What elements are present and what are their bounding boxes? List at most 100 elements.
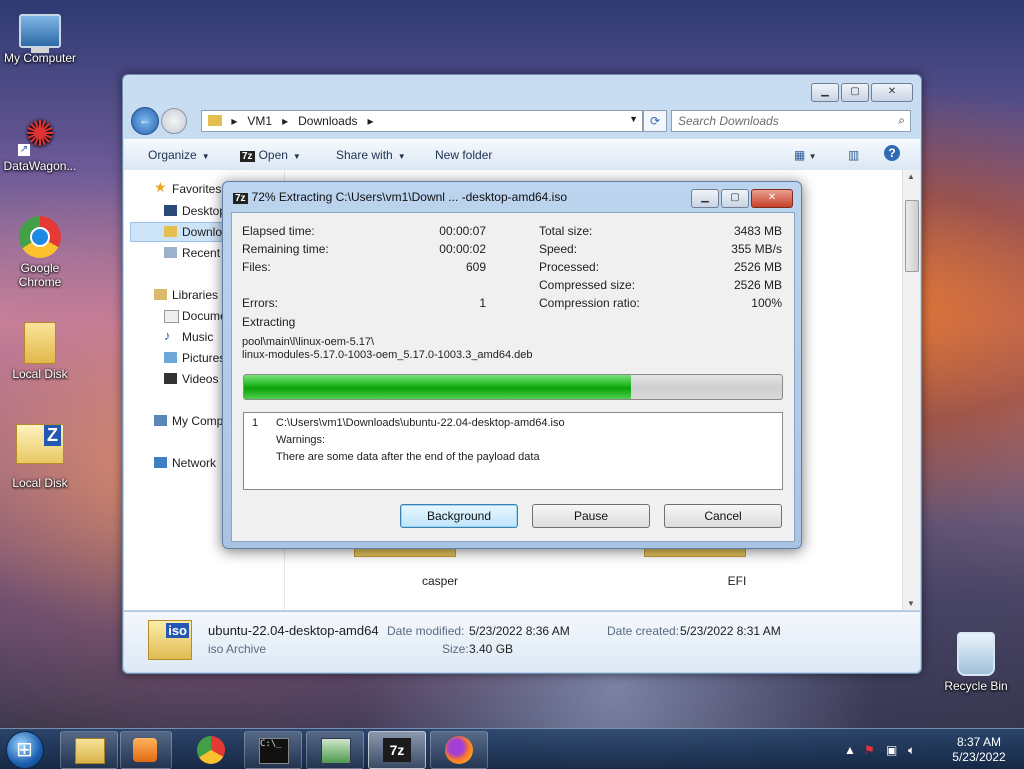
desktop-icon-local-disk-1[interactable]: Local Disk [0,322,80,381]
show-hidden-icons-icon[interactable]: ▲ [844,743,856,757]
new-folder-button[interactable]: New folder [435,148,492,162]
chevron-down-icon: ▼ [201,152,210,161]
errors-value: 1 [479,296,486,310]
nav-item-videos[interactable]: Videos [164,372,218,386]
taskbar-explorer[interactable] [60,731,118,769]
breadcrumb-item-downloads[interactable]: Downloads [298,114,357,128]
search-input[interactable]: Search Downloads ⌕ [671,110,911,132]
desktop-icon-recycle-bin[interactable]: Recycle Bin [936,632,1016,693]
close-button[interactable]: ✕ [751,189,793,208]
firefox-icon [445,736,473,764]
total-size-label: Total size: [539,224,593,238]
taskbar-cmd[interactable]: C:\_ [244,731,302,769]
7zip-icon: 7z [233,193,248,204]
size-label: Size: [442,642,469,656]
remaining-time-value: 00:00:02 [439,242,486,256]
computer-icon [19,14,61,53]
system-tray: ▲ ⚑ ▣ 🔈︎ 8:37 AM 5/23/2022 [844,733,1014,765]
pause-button[interactable]: Pause [532,504,650,528]
dialog-title-text: 72% Extracting C:\Users\vm1\Downl ... -d… [251,190,568,204]
maximize-button[interactable]: ▢ [721,189,749,208]
breadcrumb-separator-icon[interactable]: ▸ [368,114,374,128]
forward-arrow-icon[interactable] [161,108,187,134]
folder-label-efi: EFI [727,574,747,588]
maximize-button[interactable]: ▢ [841,83,869,102]
minimize-button[interactable]: ▁ [811,83,839,102]
chevron-down-icon[interactable]: ▼ [629,114,638,124]
videos-icon [164,373,177,384]
folder-icon [24,322,56,364]
change-view-icon[interactable]: ▦ ▼ [794,148,817,162]
nav-item-favorites[interactable]: ★ Favorites [154,179,221,196]
size-value: 3.40 GB [469,642,514,656]
nav-item-desktop[interactable]: Desktop [164,204,227,218]
start-button[interactable] [6,731,44,769]
taskbar: C:\_ 7z ▲ ⚑ ▣ 🔈︎ 8:37 AM 5/23/2022 [0,728,1024,769]
compression-ratio-label: Compression ratio: [539,296,640,310]
scroll-down-icon[interactable]: ▼ [907,599,915,608]
compressed-size-label: Compressed size: [539,278,636,292]
iso-icon-text: iso [166,623,189,638]
refresh-icon[interactable]: ⟳ [643,110,667,132]
message-log[interactable]: 1 C:\Users\vm1\Downloads\ubuntu-22.04-de… [243,412,783,490]
libraries-icon [154,289,167,300]
share-with-button[interactable]: Share with ▼ [336,148,406,162]
background-button[interactable]: Background [400,504,518,528]
breadcrumb-separator-icon[interactable]: ▸ [231,114,237,128]
taskbar-media-player[interactable] [120,731,172,769]
taskbar-chrome[interactable] [182,731,240,769]
minimize-button[interactable]: ▁ [691,189,719,208]
nav-item-network[interactable]: Network [154,456,217,470]
volume-icon[interactable]: 🔈︎ [908,743,915,758]
desktop-icon-google-chrome[interactable]: Google Chrome [0,216,80,289]
nav-item-libraries[interactable]: Libraries [154,288,219,302]
nav-item-music[interactable]: ♪ Music [164,328,213,344]
chrome-icon [19,216,61,258]
vertical-scrollbar[interactable]: ▲ ▼ [902,170,920,610]
extract-progress-dialog[interactable]: 7z 72% Extracting C:\Users\vm1\Downl ... … [222,181,802,549]
taskbar-7zip[interactable]: 7z [368,731,426,769]
nav-label: Pictures [182,351,226,365]
nav-label: Desktop [182,204,227,218]
log-index: 1 [252,417,259,429]
nav-item-pictures[interactable]: Pictures [164,351,226,365]
cancel-button[interactable]: Cancel [664,504,782,528]
log-message: There are some data after the end of the… [276,451,540,463]
desktop-icon-label: Local Disk [12,476,68,490]
navigation-bar: ← ▸ VM1 ▸ Downloads ▸ ▼ ⟳ Search Downloa… [131,107,913,135]
scroll-up-icon[interactable]: ▲ [907,172,915,181]
nav-label: Libraries [172,288,219,302]
breadcrumb-separator-icon[interactable]: ▸ [282,114,288,128]
iso-file-icon: iso [148,620,192,660]
nav-label: Network [172,456,217,470]
back-arrow-icon[interactable]: ← [131,107,159,135]
desktop-icon-label: My Computer [3,51,77,65]
progress-bar [243,374,783,400]
taskbar-network-manager[interactable] [306,731,364,769]
progress-fill [244,375,632,399]
address-bar[interactable]: ▸ VM1 ▸ Downloads ▸ ▼ [201,110,643,132]
desktop-icon-local-disk-2[interactable]: Z Local Disk [0,424,80,490]
compressed-size-value: 2526 MB [733,278,782,292]
7zip-icon: 7z [383,738,411,762]
desktop-icon-my-computer[interactable]: My Computer [0,8,80,65]
network-tray-icon[interactable]: ▣ [886,743,897,757]
search-icon[interactable]: ⌕ [898,113,905,128]
action-center-icon[interactable]: ⚑ [864,743,875,757]
log-path: C:\Users\vm1\Downloads\ubuntu-22.04-desk… [276,417,565,429]
7zip-icon: 7z [240,151,255,162]
speed-label: Speed: [539,242,578,256]
desktop-icon-datawagon[interactable]: ✺ ↗ DataWagon... [0,112,80,173]
desktop-icon-label: Recycle Bin [944,679,1008,693]
clock[interactable]: 8:37 AM 5/23/2022 [944,735,1014,765]
scrollbar-thumb[interactable] [905,200,919,272]
help-icon[interactable]: ? [884,145,900,161]
computer-icon [154,415,167,426]
taskbar-firefox[interactable] [430,731,488,769]
organize-button[interactable]: Organize ▼ [148,148,210,162]
preview-pane-icon[interactable]: ▥ [848,148,859,162]
close-button[interactable]: ✕ [871,83,913,102]
open-button[interactable]: 7z Open ▼ [240,148,301,162]
breadcrumb-item-vm1[interactable]: VM1 [247,114,272,128]
network-manager-icon [321,738,351,764]
